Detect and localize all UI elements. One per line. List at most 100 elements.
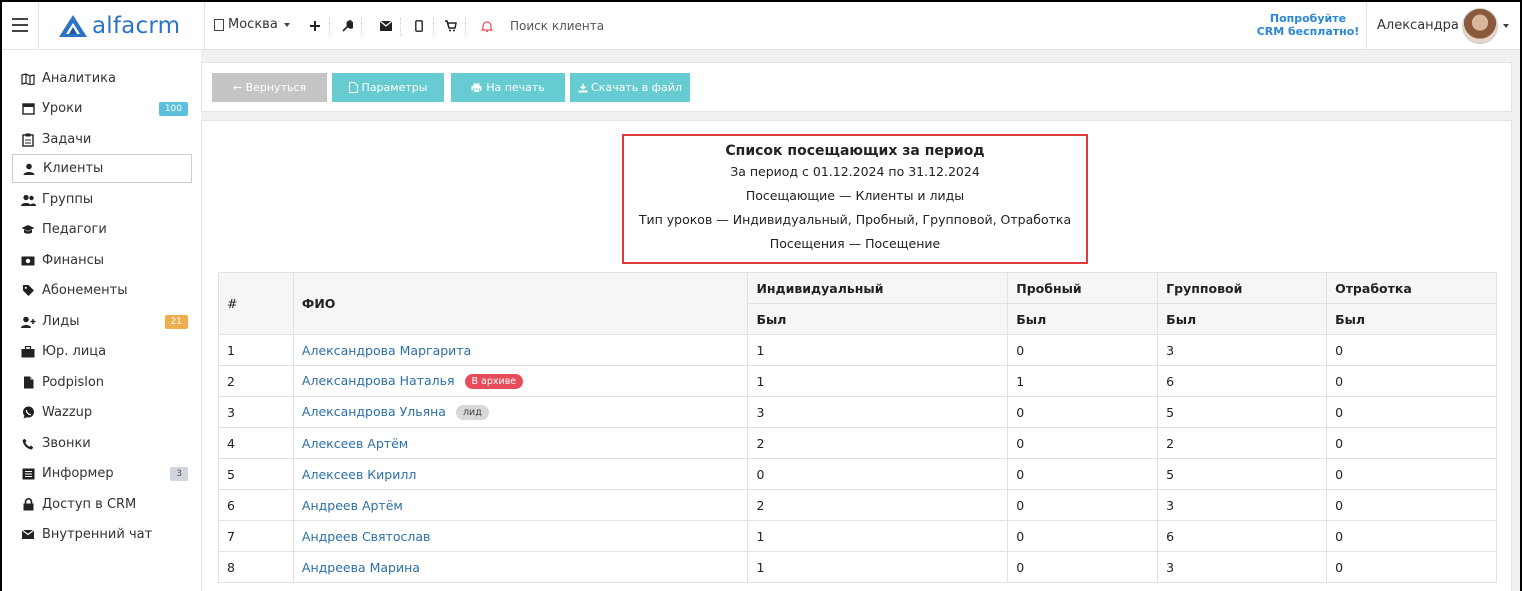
- lessons-count-badge: 100: [158, 102, 188, 116]
- sidebar-item-informer[interactable]: Информер 3: [12, 459, 192, 488]
- cell-makeup: 0: [1326, 551, 1497, 583]
- row-num: 5: [218, 458, 294, 490]
- promo-link[interactable]: Попробуйте CRM бесплатно!: [1254, 12, 1362, 38]
- logo-text: alfacrm: [92, 13, 181, 39]
- file-icon: [20, 376, 36, 390]
- sidebar-item-clients[interactable]: Клиенты: [12, 154, 192, 183]
- report-visitors: Посещающие — Клиенты и лиды: [745, 188, 965, 203]
- row-name-cell: Александрова Наталья В архиве: [292, 365, 749, 397]
- row-num: 6: [218, 489, 294, 521]
- table-row: 5 Алексеев Кирилл 0 0 5 0: [218, 458, 1497, 490]
- row-name-cell: Алексеев Артём: [292, 427, 749, 459]
- cell-makeup: 0: [1326, 520, 1497, 552]
- cell-individual: 2: [747, 489, 1009, 521]
- sidebar-item-lessons[interactable]: Уроки 100: [12, 94, 192, 123]
- col-subheader-attended: Был: [1007, 303, 1159, 335]
- wrench-icon[interactable]: [332, 2, 362, 50]
- client-link[interactable]: Андреев Святослав: [302, 529, 430, 544]
- client-link[interactable]: Александрова Ульяна: [302, 404, 446, 419]
- print-button[interactable]: На печать: [451, 73, 565, 102]
- download-button[interactable]: Скачать в файл: [570, 73, 690, 102]
- sidebar-item-label: Лиды: [42, 314, 80, 329]
- city-selector[interactable]: Москва: [214, 17, 290, 32]
- phone-icon: [20, 437, 36, 451]
- tag-icon: [20, 284, 36, 298]
- row-num: 8: [218, 551, 294, 583]
- sidebar-item-podpislon[interactable]: Podpislon: [12, 368, 192, 397]
- chevron-down-icon: [283, 22, 290, 27]
- client-link[interactable]: Александрова Наталья: [302, 373, 455, 388]
- divider: [204, 2, 205, 50]
- sidebar-item-label: Группы: [42, 192, 94, 207]
- report-panel: Список посещающих за период За период с …: [201, 120, 1512, 591]
- sidebar: Аналитика Уроки 100 Задачи Клиенты Групп…: [2, 50, 200, 591]
- client-link[interactable]: Алексеев Кирилл: [302, 467, 416, 482]
- sidebar-item-leads[interactable]: Лиды 21: [12, 307, 192, 336]
- sidebar-item-tasks[interactable]: Задачи: [12, 125, 192, 154]
- client-link[interactable]: Андреева Марина: [302, 560, 420, 575]
- client-link[interactable]: Алексеев Артём: [302, 436, 408, 451]
- cell-trial: 0: [1007, 427, 1159, 459]
- col-header-makeup: Отработка: [1326, 272, 1497, 304]
- sidebar-item-finance[interactable]: Финансы: [12, 246, 192, 275]
- table-row: 8 Андреева Марина 1 0 3 0: [218, 551, 1497, 583]
- col-header-individual: Индивидуальный: [747, 272, 1009, 304]
- search-input[interactable]: [510, 16, 760, 36]
- informer-count-badge: 3: [170, 467, 188, 481]
- divider: [38, 2, 39, 50]
- mobile-icon[interactable]: [404, 2, 434, 50]
- user-plus-icon: [20, 315, 36, 329]
- plus-icon[interactable]: [300, 2, 330, 50]
- sidebar-item-internal-chat[interactable]: Внутренний чат: [12, 520, 192, 549]
- col-subheader-attended: Был: [747, 303, 1009, 335]
- sidebar-item-crm-access[interactable]: Доступ в CRM: [12, 490, 192, 519]
- whatsapp-icon: [20, 406, 36, 420]
- cell-group: 3: [1157, 489, 1328, 521]
- menu-icon[interactable]: [12, 18, 28, 32]
- cart-icon[interactable]: [436, 2, 466, 50]
- col-header-name: ФИО: [292, 272, 749, 335]
- sidebar-item-groups[interactable]: Группы: [12, 185, 192, 214]
- avatar[interactable]: [1462, 8, 1498, 44]
- cell-individual: 3: [747, 396, 1009, 428]
- logo[interactable]: alfacrm: [58, 12, 180, 40]
- sidebar-item-subscriptions[interactable]: Абонементы: [12, 276, 192, 305]
- graduation-cap-icon: [20, 223, 36, 237]
- sidebar-item-teachers[interactable]: Педагоги: [12, 215, 192, 244]
- cell-individual: 0: [747, 458, 1009, 490]
- user-name[interactable]: Александра: [1377, 18, 1459, 33]
- promo-line-2: CRM бесплатно!: [1256, 25, 1360, 38]
- cell-group: 6: [1157, 365, 1328, 397]
- col-header-group: Групповой: [1157, 272, 1328, 304]
- app-frame: alfacrm Москва Поиск клиента Попробуйте …: [2, 2, 1520, 591]
- bell-icon[interactable]: [472, 2, 502, 50]
- main-content: ← Вернуться Параметры На печать Скачать …: [201, 50, 1520, 591]
- cell-group: 3: [1157, 551, 1328, 583]
- report-lesson-types: Тип уроков — Индивидуальный, Пробный, Гр…: [638, 212, 1072, 227]
- row-name-cell: Алексеев Кирилл: [292, 458, 749, 490]
- sidebar-item-calls[interactable]: Звонки: [12, 429, 192, 458]
- chevron-down-icon[interactable]: [1503, 24, 1509, 28]
- sidebar-item-label: Wazzup: [42, 405, 93, 420]
- col-header-trial: Пробный: [1007, 272, 1159, 304]
- cell-trial: 1: [1007, 365, 1159, 397]
- lock-icon: [20, 498, 36, 512]
- row-name-cell: Андреев Святослав: [292, 520, 749, 552]
- row-num: 3: [218, 396, 294, 428]
- sidebar-item-label: Podpislon: [42, 375, 105, 390]
- briefcase-icon: [20, 345, 36, 359]
- promo-line-1: Попробуйте: [1269, 12, 1347, 25]
- sidebar-item-legal-entities[interactable]: Юр. лица: [12, 337, 192, 366]
- back-button[interactable]: ← Вернуться: [212, 73, 327, 102]
- col-subheader-attended: Был: [1326, 303, 1497, 335]
- cell-group: 5: [1157, 458, 1328, 490]
- sidebar-item-wazzup[interactable]: Wazzup: [12, 398, 192, 427]
- envelope-icon[interactable]: [371, 2, 401, 50]
- client-link[interactable]: Андреев Артём: [302, 498, 403, 513]
- sidebar-item-label: Аналитика: [42, 71, 116, 86]
- download-label: Скачать в файл: [591, 81, 682, 94]
- envelope-icon: [20, 528, 36, 542]
- client-link[interactable]: Александрова Маргарита: [302, 343, 471, 358]
- sidebar-item-analytics[interactable]: Аналитика: [12, 64, 192, 93]
- parameters-button[interactable]: Параметры: [332, 73, 444, 102]
